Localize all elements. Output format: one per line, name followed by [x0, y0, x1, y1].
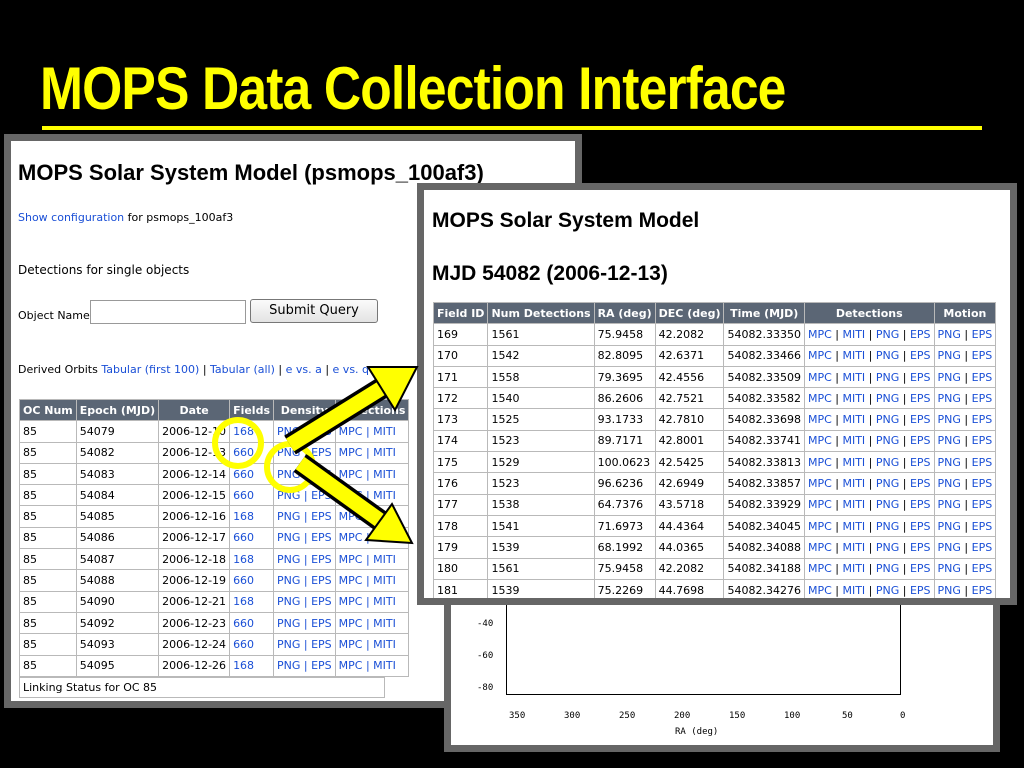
arrow-lower	[293, 454, 414, 545]
pointer-arrows	[284, 366, 419, 545]
arrow-upper	[284, 366, 419, 455]
